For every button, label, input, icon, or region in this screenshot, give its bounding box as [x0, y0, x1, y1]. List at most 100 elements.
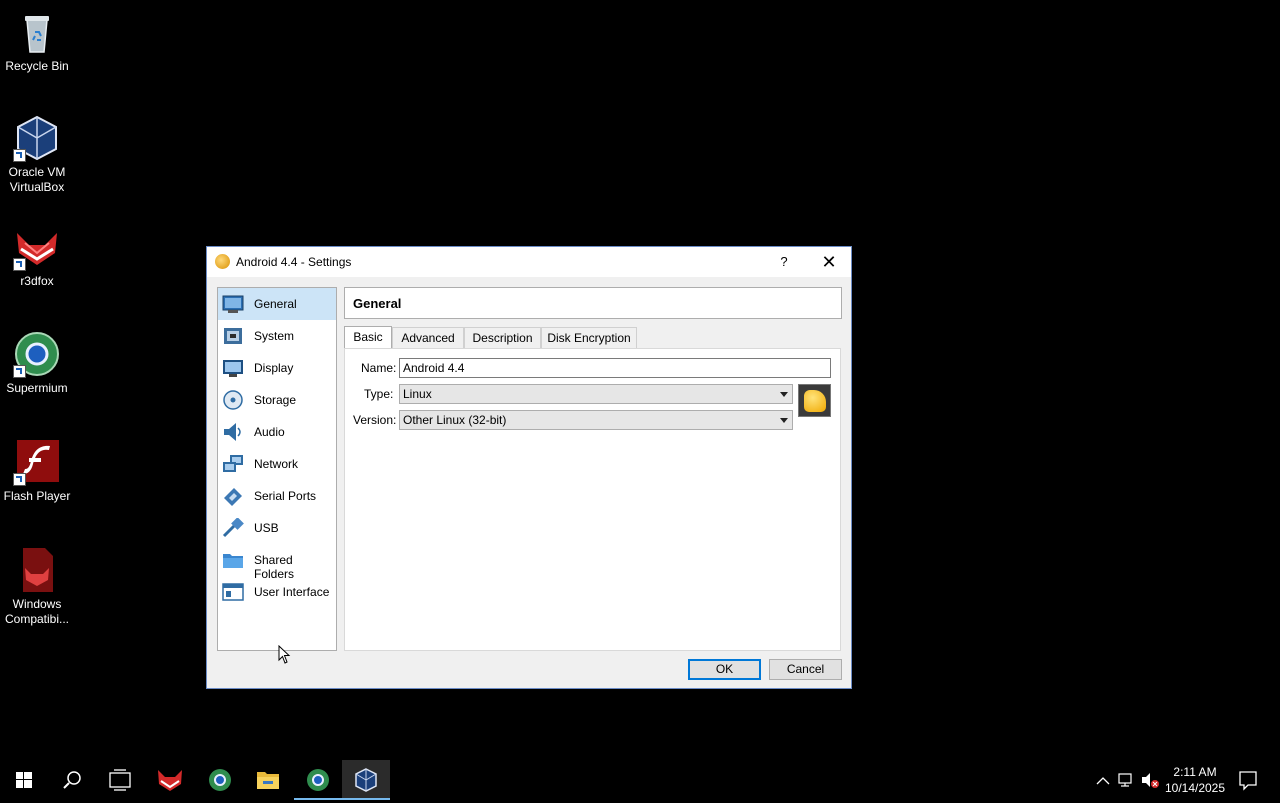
taskbar-supermium[interactable]	[196, 760, 244, 800]
clock-time: 2:11 AM	[1173, 765, 1217, 779]
usb-icon	[222, 517, 244, 538]
taskbar-file-explorer[interactable]	[244, 760, 292, 800]
taskbar: 2:11 AM 10/14/2025	[0, 760, 1280, 800]
desktop-icon-supermium[interactable]: Supermium	[0, 330, 74, 396]
start-button[interactable]	[0, 760, 48, 800]
settings-nav-list: General System Display Storage Audio Net…	[217, 287, 337, 651]
chevron-up-icon	[1096, 777, 1110, 785]
taskbar-r3dfox[interactable]	[146, 760, 194, 800]
recycle-bin-icon	[13, 8, 61, 56]
close-button[interactable]: ✕	[815, 247, 843, 277]
nav-item-system[interactable]: System	[218, 320, 336, 352]
tab-advanced[interactable]: Advanced	[392, 327, 464, 348]
virtualbox-icon	[355, 768, 377, 792]
nav-item-display[interactable]: Display	[218, 352, 336, 384]
nav-item-general[interactable]: General	[218, 288, 336, 320]
cancel-button[interactable]: Cancel	[769, 659, 842, 680]
shortcut-arrow-icon	[13, 258, 26, 271]
desktop-icon-label: Supermium	[6, 381, 68, 395]
volume-muted-icon	[1142, 773, 1159, 788]
action-center-button[interactable]	[1236, 760, 1260, 800]
nav-item-network[interactable]: Network	[218, 448, 336, 480]
supermium-active-icon	[307, 769, 329, 791]
nav-item-label: Storage	[254, 393, 297, 407]
volume-tray-button[interactable]	[1140, 760, 1160, 800]
desktop-icon-virtualbox[interactable]: Oracle VM VirtualBox	[0, 114, 74, 195]
nav-item-shared-folders[interactable]: Shared Folders	[218, 544, 336, 581]
nav-item-audio[interactable]: Audio	[218, 416, 336, 448]
task-view-icon	[109, 769, 131, 791]
supermium-icon	[209, 769, 231, 791]
nav-item-label: System	[254, 329, 295, 343]
r3dfox-icon	[13, 223, 61, 271]
nav-item-label: User Interface	[254, 585, 330, 599]
search-button[interactable]	[48, 760, 96, 800]
tab-description[interactable]: Description	[464, 327, 541, 348]
search-icon	[63, 771, 81, 789]
dialog-title: Android 4.4 - Settings	[236, 255, 352, 269]
flash-player-icon	[13, 438, 61, 486]
network-icon	[222, 454, 243, 474]
desktop-icon-flash-player[interactable]: Flash Player	[0, 438, 74, 504]
user-interface-icon	[222, 582, 244, 602]
type-select[interactable]: Linux	[399, 384, 793, 404]
desktop-icon-r3dfox[interactable]: r3dfox	[0, 223, 74, 289]
desktop-icon-label: Recycle Bin	[5, 59, 69, 73]
type-label: Type:	[364, 387, 394, 401]
section-header: General	[344, 287, 842, 319]
taskbar-clock[interactable]: 2:11 AM 10/14/2025	[1160, 764, 1230, 796]
show-hidden-icons-button[interactable]	[1094, 760, 1112, 800]
desktop-icon-windows-compat[interactable]: Windows Compatibi...	[0, 546, 74, 627]
desktop-icon-label: r3dfox	[20, 274, 54, 288]
storage-icon	[222, 390, 243, 410]
supermium-icon	[13, 330, 61, 378]
nav-item-usb[interactable]: USB	[218, 512, 336, 544]
nav-item-label: Display	[254, 361, 294, 375]
section-title: General	[353, 296, 402, 311]
nav-item-label: USB	[254, 521, 279, 535]
clock-date: 10/14/2025	[1164, 781, 1226, 795]
name-field[interactable]: Android 4.4	[399, 358, 831, 378]
tab-basic[interactable]: Basic	[344, 326, 392, 349]
task-view-button[interactable]	[96, 760, 144, 800]
nav-item-label: General	[254, 297, 297, 311]
chevron-down-icon	[780, 418, 788, 423]
network-tray-button[interactable]	[1116, 760, 1136, 800]
audio-icon	[222, 422, 242, 442]
help-button[interactable]: ?	[772, 247, 796, 277]
desktop-icon-label: Flash Player	[3, 489, 71, 503]
name-label: Name:	[361, 361, 397, 375]
serial-ports-icon	[222, 486, 242, 506]
version-select-value: Other Linux (32-bit)	[403, 413, 507, 427]
taskbar-supermium-active[interactable]	[294, 760, 342, 800]
network-tray-icon	[1118, 773, 1132, 787]
ok-button[interactable]: OK	[688, 659, 761, 680]
desktop-icon-label: Oracle VM VirtualBox	[8, 165, 66, 194]
virtualbox-settings-icon	[215, 254, 230, 269]
nav-item-user-interface[interactable]: User Interface	[218, 576, 336, 608]
shared-folders-icon	[222, 550, 243, 570]
shortcut-arrow-icon	[13, 365, 26, 378]
chevron-down-icon	[780, 392, 788, 397]
settings-dialog: Android 4.4 - Settings ? ✕ General Syste…	[206, 246, 852, 689]
dialog-titlebar[interactable]: Android 4.4 - Settings ? ✕	[207, 247, 851, 277]
nav-item-label: Network	[254, 457, 299, 471]
virtualbox-icon	[13, 114, 61, 162]
taskbar-virtualbox[interactable]	[342, 760, 390, 800]
tab-disk-encryption[interactable]: Disk Encryption	[541, 327, 637, 348]
shortcut-arrow-icon	[13, 149, 26, 162]
windows-compat-icon	[13, 546, 61, 594]
display-icon	[222, 358, 243, 378]
version-select[interactable]: Other Linux (32-bit)	[399, 410, 793, 430]
nav-item-serial-ports[interactable]: Serial Ports	[218, 480, 336, 512]
nav-item-label: Serial Ports	[254, 489, 317, 503]
desktop-icon-recycle-bin[interactable]: Recycle Bin	[0, 8, 74, 74]
type-select-value: Linux	[403, 387, 432, 401]
general-icon	[222, 294, 244, 314]
nav-item-label: Audio	[254, 425, 285, 439]
linux-os-icon	[798, 384, 831, 417]
file-explorer-icon	[257, 772, 279, 789]
nav-item-storage[interactable]: Storage	[218, 384, 336, 416]
shortcut-arrow-icon	[13, 473, 26, 486]
system-icon	[222, 326, 242, 346]
